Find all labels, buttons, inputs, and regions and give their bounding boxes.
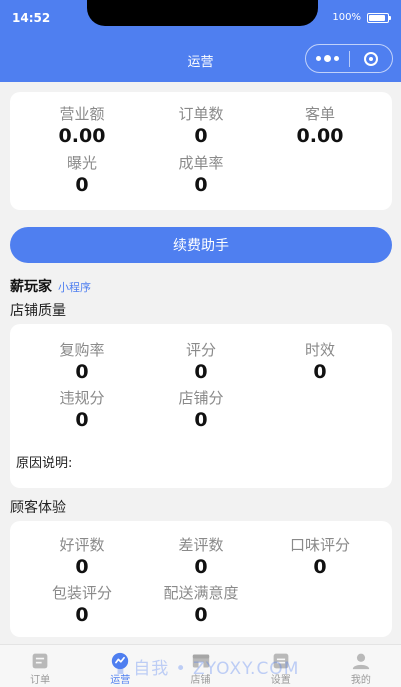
stat-orders: 订单数 0 [141,104,261,148]
stat-good-reviews: 好评数 0 [22,535,142,579]
more-button[interactable] [306,45,349,72]
stat-value: 0 [194,125,208,147]
shop-header: 薪玩家 小程序 [10,276,91,296]
more-dot-icon [315,56,321,61]
app-header: 14:52 100% 运营 [0,0,401,82]
renew-assistant-button[interactable]: 续费助手 [10,227,392,263]
stat-label: 评分 [185,341,216,359]
stat-value: 0 [75,361,89,383]
stat-label: 复购率 [59,341,105,359]
profile-icon [352,653,370,670]
close-target-icon [363,51,378,66]
miniprogram-capsule [305,44,393,73]
device-notch [87,0,318,26]
close-miniprogram-button[interactable] [350,45,393,72]
stat-delivery: 配送满意度 0 [141,583,261,627]
stat-violation: 违规分 0 [22,388,142,432]
stat-value: 0.00 [58,125,106,147]
summary-card: 营业额 0.00 订单数 0 客单 0.00 曝光 0 成单率 0 [10,92,392,210]
stat-value: 0 [75,604,89,626]
tab-label: 我的 [350,675,371,686]
stat-value: 0.00 [296,125,344,147]
experience-card: 好评数 0 差评数 0 口味评分 0 包装评分 0 配送满意度 0 [10,521,392,637]
stat-shop-score: 店铺分 0 [141,388,261,432]
watermark: ∎ 自我 • ZYOXY.COM [115,659,300,679]
stat-revenue: 营业额 0.00 [22,104,142,148]
order-icon [32,653,48,669]
stat-avg-order: 客单 0.00 [260,104,380,148]
stat-value: 0 [75,556,89,578]
battery-percent: 100% [332,12,361,23]
stat-value: 0 [194,174,208,196]
more-dot-icon [333,56,339,61]
stat-value: 0 [194,409,208,431]
more-dot-icon [323,55,331,62]
stat-value: 0 [194,556,208,578]
stat-label: 店铺分 [178,389,224,407]
stat-label: 差评数 [178,536,224,554]
stat-label: 时效 [304,341,335,359]
section-title-experience: 顾客体验 [10,500,66,516]
stat-label: 违规分 [59,389,105,407]
status-time: 14:52 [12,11,51,25]
stat-conversion: 成单率 0 [141,153,261,197]
stat-label: 好评数 [59,536,105,554]
stat-value: 0 [194,604,208,626]
stat-value: 0 [313,361,327,383]
stat-label: 成单率 [178,154,224,172]
status-indicators: 100% [332,12,391,23]
tab-label: 订单 [30,675,51,686]
shop-name: 薪玩家 [10,279,52,295]
stat-label: 包装评分 [51,584,112,602]
stat-packaging: 包装评分 0 [22,583,142,627]
stat-exposure: 曝光 0 [22,153,142,197]
stat-bad-reviews: 差评数 0 [141,535,261,579]
stat-value: 0 [75,174,89,196]
stat-repurchase: 复购率 0 [22,340,142,384]
stat-value: 0 [313,556,327,578]
section-title-quality: 店铺质量 [10,303,66,319]
battery-icon [367,12,391,23]
stat-label: 配送满意度 [163,584,239,602]
stat-timeliness: 时效 0 [260,340,380,384]
stat-value: 0 [75,409,89,431]
stat-label: 曝光 [66,154,97,172]
stat-label: 订单数 [178,105,224,123]
tab-profile[interactable]: 我的 [321,645,401,687]
stat-label: 营业额 [59,105,105,123]
stat-rating: 评分 0 [141,340,261,384]
tab-orders[interactable]: 订单 [0,645,80,687]
stat-taste: 口味评分 0 [260,535,380,579]
miniprogram-tag: 小程序 [58,281,91,294]
stat-label: 口味评分 [289,536,350,554]
reason-label: 原因说明: [16,456,73,471]
quality-card: 复购率 0 评分 0 时效 0 违规分 0 店铺分 0 原因说明: [10,324,392,488]
stat-label: 客单 [304,105,335,123]
stat-value: 0 [194,361,208,383]
